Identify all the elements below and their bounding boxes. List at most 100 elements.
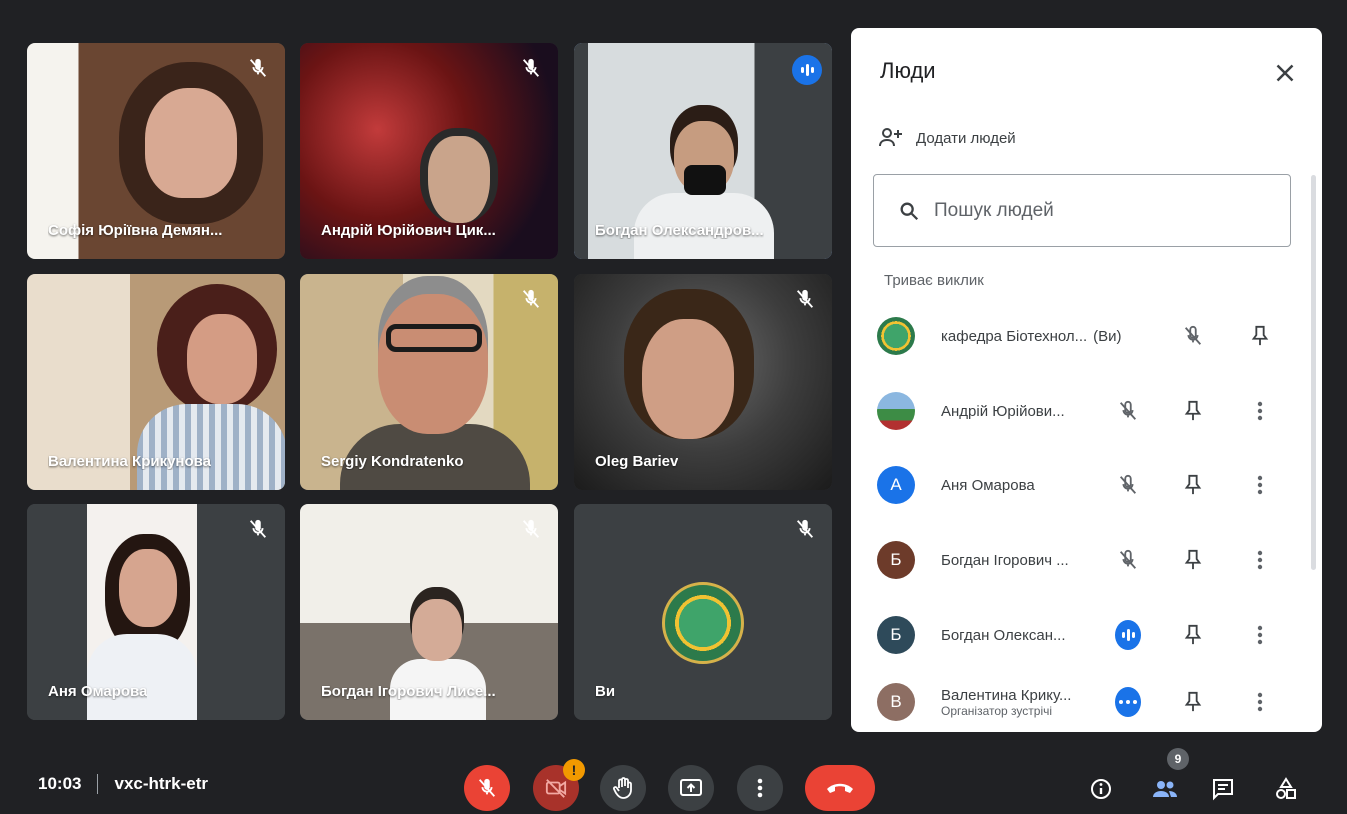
pin-icon[interactable] bbox=[1180, 398, 1206, 424]
mic-off-icon bbox=[249, 58, 267, 77]
people-panel: Люди Додати людей Триває виклик кафедра … bbox=[851, 28, 1322, 732]
participant-row[interactable]: Б Богдан Ігорович ... bbox=[877, 536, 1297, 584]
video-tile-andrii[interactable]: Андрій Юрійович Цик... bbox=[300, 43, 558, 259]
participant-name-group: кафедра Біотехнол... (Ви) bbox=[941, 328, 1151, 345]
speaking-indicator-icon bbox=[1115, 620, 1141, 650]
mic-off-icon bbox=[522, 58, 540, 77]
hang-up-icon bbox=[827, 783, 853, 793]
close-icon[interactable] bbox=[1270, 58, 1300, 88]
participant-name-group: Андрій Юрійови... bbox=[941, 403, 1091, 420]
mic-off-icon bbox=[1115, 398, 1141, 424]
avatar bbox=[877, 392, 915, 430]
camera-off-icon bbox=[545, 779, 567, 798]
pin-icon[interactable] bbox=[1247, 323, 1273, 349]
participant-name: Oleg Bariev bbox=[595, 453, 679, 470]
meeting-info: 10:03 vxc-htrk-etr bbox=[38, 774, 208, 794]
mic-off-icon bbox=[1180, 323, 1206, 349]
video-tile-bogdan-i[interactable]: Богдан Ігорович Лисе... bbox=[300, 504, 558, 720]
speaking-indicator-icon bbox=[792, 55, 822, 85]
participant-name-group: Аня Омарова bbox=[941, 477, 1091, 494]
avatar: Б bbox=[877, 541, 915, 579]
participant-name: Аня Омарова bbox=[941, 476, 1035, 494]
video-tile-sergiy[interactable]: Sergiy Kondratenko bbox=[300, 274, 558, 490]
self-avatar bbox=[662, 582, 744, 664]
people-button[interactable] bbox=[1150, 774, 1180, 804]
hand-icon bbox=[613, 777, 632, 799]
search-input[interactable] bbox=[934, 199, 1264, 222]
chat-button[interactable] bbox=[1208, 774, 1238, 804]
video-tile-oleg[interactable]: Oleg Bariev bbox=[574, 274, 832, 490]
participant-row[interactable]: В Валентина Крику... Організатор зустріч… bbox=[877, 678, 1297, 726]
video-tile-valentyna[interactable]: Валентина Крикунова bbox=[27, 274, 285, 490]
more-vert-icon[interactable] bbox=[1247, 547, 1273, 573]
you-tag: (Ви) bbox=[1093, 327, 1122, 345]
present-screen-button[interactable] bbox=[668, 765, 714, 811]
more-vert-icon[interactable] bbox=[1247, 398, 1273, 424]
avatar bbox=[877, 317, 915, 355]
participant-name-group: Валентина Крику... Організатор зустрічі bbox=[941, 687, 1091, 718]
mic-toggle-button[interactable] bbox=[464, 765, 510, 811]
participant-name: Софія Юріївна Демян... bbox=[48, 222, 223, 239]
participant-row[interactable]: Андрій Юрійови... bbox=[877, 387, 1297, 435]
participant-name: Богдан Олександров... bbox=[595, 222, 764, 239]
camera-toggle-button[interactable]: ! bbox=[533, 759, 585, 811]
participant-name: кафедра Біотехнол... bbox=[941, 327, 1088, 345]
participant-count-badge: 9 bbox=[1167, 748, 1189, 770]
avatar: Б bbox=[877, 616, 915, 654]
participant-row[interactable]: Б Богдан Олексан... bbox=[877, 611, 1297, 659]
more-vert-icon[interactable] bbox=[1247, 622, 1273, 648]
mic-off-icon bbox=[796, 289, 814, 308]
pin-icon[interactable] bbox=[1180, 622, 1206, 648]
participant-name: Аня Омарова bbox=[48, 683, 148, 700]
participant-role: Організатор зустрічі bbox=[941, 703, 1053, 718]
more-vert-icon[interactable] bbox=[1247, 689, 1273, 715]
raise-hand-button[interactable] bbox=[600, 765, 646, 811]
camera-warning-badge: ! bbox=[563, 759, 585, 781]
mic-off-icon bbox=[522, 289, 540, 308]
avatar: А bbox=[877, 466, 915, 504]
mic-off-icon bbox=[478, 778, 496, 797]
leave-call-button[interactable] bbox=[805, 765, 875, 811]
video-tile-self[interactable]: Ви bbox=[574, 504, 832, 720]
participant-name: Ви bbox=[595, 683, 616, 700]
chat-icon bbox=[1213, 779, 1233, 801]
scrollbar[interactable] bbox=[1311, 175, 1316, 570]
participant-row[interactable]: кафедра Біотехнол... (Ви) bbox=[877, 312, 1297, 360]
participant-name: Богдан Ігорович Лисе... bbox=[321, 683, 496, 700]
pin-icon[interactable] bbox=[1180, 689, 1206, 715]
participant-name: Богдан Ігорович ... bbox=[941, 551, 1069, 569]
participant-name: Андрій Юрійови... bbox=[941, 402, 1065, 420]
mic-off-icon bbox=[522, 519, 540, 538]
add-people-button[interactable]: Додати людей bbox=[878, 126, 1016, 150]
activities-icon bbox=[1276, 777, 1296, 799]
info-icon bbox=[1091, 779, 1111, 799]
video-tile-sofia[interactable]: Софія Юріївна Демян... bbox=[27, 43, 285, 259]
participant-name: Валентина Крикунова bbox=[48, 453, 212, 470]
participant-row[interactable]: А Аня Омарова bbox=[877, 461, 1297, 509]
meeting-code: vxc-htrk-etr bbox=[114, 774, 209, 793]
meeting-time: 10:03 bbox=[38, 774, 82, 793]
avatar: В bbox=[877, 683, 915, 721]
participant-name-group: Богдан Ігорович ... bbox=[941, 552, 1091, 569]
participant-name: Валентина Крику... bbox=[941, 686, 1072, 704]
pin-icon[interactable] bbox=[1180, 472, 1206, 498]
more-options-button[interactable] bbox=[737, 765, 783, 811]
mic-off-icon bbox=[1115, 472, 1141, 498]
pin-icon[interactable] bbox=[1180, 547, 1206, 573]
video-tile-anya[interactable]: Аня Омарова bbox=[27, 504, 285, 720]
add-person-icon bbox=[879, 128, 902, 147]
meeting-details-button[interactable] bbox=[1086, 774, 1116, 804]
search-icon bbox=[900, 202, 919, 220]
activities-button[interactable] bbox=[1271, 774, 1301, 804]
video-tile-bogdan-o[interactable]: Богдан Олександров... bbox=[574, 43, 832, 259]
video-grid: Софія Юріївна Демян... Андрій Юрійович Ц… bbox=[27, 43, 832, 720]
participant-name: Богдан Олексан... bbox=[941, 626, 1066, 644]
more-vert-icon bbox=[757, 778, 763, 798]
search-box[interactable] bbox=[873, 174, 1291, 247]
more-vert-icon[interactable] bbox=[1247, 472, 1273, 498]
participant-name: Андрій Юрійович Цик... bbox=[321, 222, 496, 239]
mic-off-icon bbox=[249, 519, 267, 538]
people-icon bbox=[1153, 781, 1177, 797]
divider bbox=[97, 774, 99, 794]
present-icon bbox=[680, 779, 702, 796]
